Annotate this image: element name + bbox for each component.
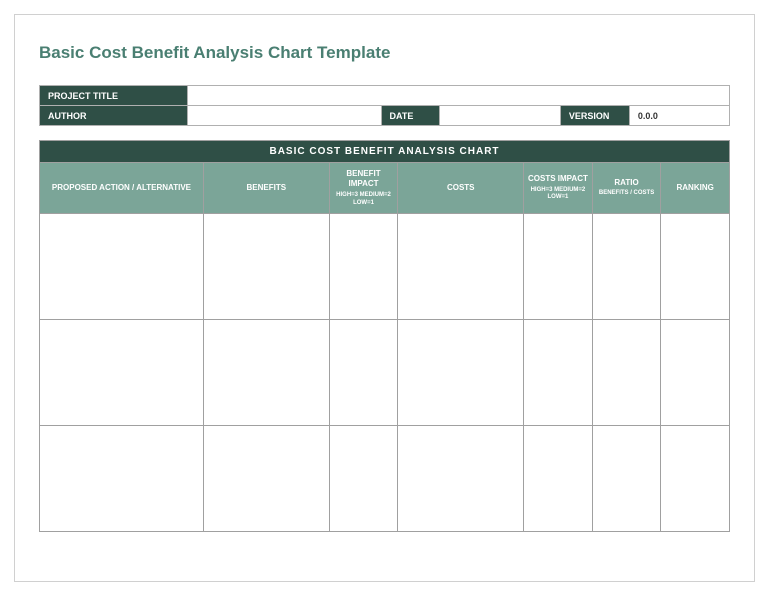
project-title-label: PROJECT TITLE [40, 86, 188, 106]
cell-bimpact[interactable] [329, 320, 398, 426]
chart-heading: BASIC COST BENEFIT ANALYSIS CHART [40, 141, 730, 163]
benefit-impact-label: BENEFIT IMPACT [346, 169, 380, 188]
cell-cimpact[interactable] [524, 214, 593, 320]
author-label: AUTHOR [40, 106, 188, 126]
col-header-costs-impact: COSTS IMPACT HIGH=3 MEDIUM=2 LOW=1 [524, 163, 593, 214]
date-label: DATE [381, 106, 440, 126]
cell-ranking[interactable] [661, 426, 730, 532]
author-value[interactable] [188, 106, 381, 126]
cell-bimpact[interactable] [329, 214, 398, 320]
cell-ratio[interactable] [592, 320, 661, 426]
cell-action[interactable] [40, 214, 204, 320]
table-row [40, 426, 730, 532]
benefit-impact-scale: HIGH=3 MEDIUM=2 LOW=1 [332, 192, 396, 208]
date-value[interactable] [440, 106, 561, 126]
page-title: Basic Cost Benefit Analysis Chart Templa… [39, 43, 730, 63]
cell-benefits[interactable] [203, 426, 329, 532]
cell-benefits[interactable] [203, 320, 329, 426]
col-header-benefits: BENEFITS [203, 163, 329, 214]
version-value[interactable]: 0.0.0 [629, 106, 729, 126]
meta-table: PROJECT TITLE AUTHOR DATE VERSION 0.0.0 [39, 85, 730, 126]
costs-impact-label: COSTS IMPACT [528, 174, 588, 183]
col-header-costs: COSTS [398, 163, 524, 214]
col-header-benefit-impact: BENEFIT IMPACT HIGH=3 MEDIUM=2 LOW=1 [329, 163, 398, 214]
cell-action[interactable] [40, 426, 204, 532]
cell-ranking[interactable] [661, 214, 730, 320]
version-label: VERSION [560, 106, 629, 126]
col-header-ratio: RATIO BENEFITS / COSTS [592, 163, 661, 214]
ratio-label: RATIO [614, 178, 638, 187]
cell-benefits[interactable] [203, 214, 329, 320]
project-title-value[interactable] [188, 86, 730, 106]
cell-ranking[interactable] [661, 320, 730, 426]
cell-ratio[interactable] [592, 214, 661, 320]
cell-cimpact[interactable] [524, 320, 593, 426]
ratio-sub: BENEFITS / COSTS [595, 190, 659, 198]
cell-costs[interactable] [398, 320, 524, 426]
cell-costs[interactable] [398, 426, 524, 532]
costs-impact-scale: HIGH=3 MEDIUM=2 LOW=1 [526, 187, 590, 203]
document-page: Basic Cost Benefit Analysis Chart Templa… [14, 14, 755, 582]
analysis-table: BASIC COST BENEFIT ANALYSIS CHART PROPOS… [39, 140, 730, 532]
col-header-ranking: RANKING [661, 163, 730, 214]
cell-ratio[interactable] [592, 426, 661, 532]
cell-costs[interactable] [398, 214, 524, 320]
cell-action[interactable] [40, 320, 204, 426]
table-row [40, 214, 730, 320]
table-row [40, 320, 730, 426]
col-header-proposed-action: PROPOSED ACTION / ALTERNATIVE [40, 163, 204, 214]
cell-bimpact[interactable] [329, 426, 398, 532]
cell-cimpact[interactable] [524, 426, 593, 532]
